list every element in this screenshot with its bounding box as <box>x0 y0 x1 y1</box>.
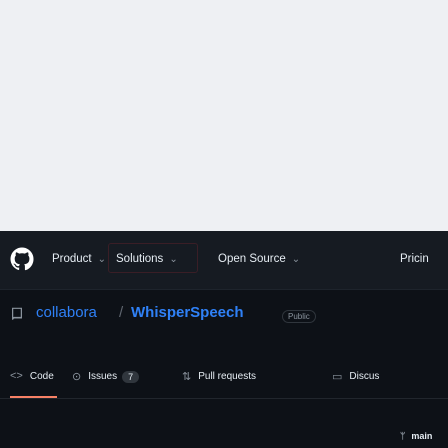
nav-product[interactable]: Product ⌄ <box>52 253 106 265</box>
repo-icon <box>12 307 22 320</box>
tab-code[interactable]: <> Code <box>10 370 54 382</box>
tab-discussions-label: Discus <box>349 371 380 382</box>
visibility-badge: Public <box>282 310 316 323</box>
pull-request-icon: ⇅ <box>182 371 192 383</box>
tab-discussions[interactable]: ▭ Discus <box>332 370 379 383</box>
issues-count-badge: 7 <box>122 370 140 383</box>
nav-open-source-label: Open Source <box>218 253 286 265</box>
repo-owner-link[interactable]: collabora <box>36 304 97 321</box>
nav-open-source[interactable]: Open Source ⌄ <box>218 253 300 265</box>
tab-pull-requests[interactable]: ⇅ Pull requests <box>182 370 256 383</box>
chevron-down-icon: ⌄ <box>97 253 107 265</box>
branch-selector[interactable]: ᛘ main <box>400 431 432 441</box>
issue-icon: ⊙ <box>72 371 82 383</box>
nav-solutions[interactable]: Solutions ⌄ <box>116 253 178 265</box>
tabs-divider <box>0 398 448 399</box>
branch-icon: ᛘ <box>400 431 406 441</box>
chevron-down-icon: ⌄ <box>291 253 301 265</box>
tab-code-label: Code <box>29 370 54 382</box>
global-header: Product ⌄ Solutions ⌄ Open Source ⌄ Pric… <box>0 231 448 290</box>
tab-issues[interactable]: ⊙ Issues 7 <box>72 370 140 383</box>
repo-separator: / <box>119 304 124 321</box>
tab-issues-label: Issues <box>88 371 118 382</box>
github-page: Product ⌄ Solutions ⌄ Open Source ⌄ Pric… <box>0 231 448 448</box>
branch-label: main <box>411 431 433 441</box>
nav-pricing[interactable]: Pricin <box>400 253 429 265</box>
repo-name-link[interactable]: WhisperSpeech <box>131 304 244 321</box>
nav-solutions-label: Solutions <box>116 253 164 265</box>
tab-pull-requests-label: Pull requests <box>198 371 257 382</box>
chevron-down-icon: ⌄ <box>169 253 178 265</box>
github-logo-icon[interactable] <box>10 247 34 271</box>
blank-page-area <box>0 0 448 231</box>
nav-pricing-label: Pricin <box>400 253 429 265</box>
discussion-icon: ▭ <box>332 371 343 383</box>
nav-product-label: Product <box>52 253 92 265</box>
code-icon: <> <box>10 370 23 382</box>
